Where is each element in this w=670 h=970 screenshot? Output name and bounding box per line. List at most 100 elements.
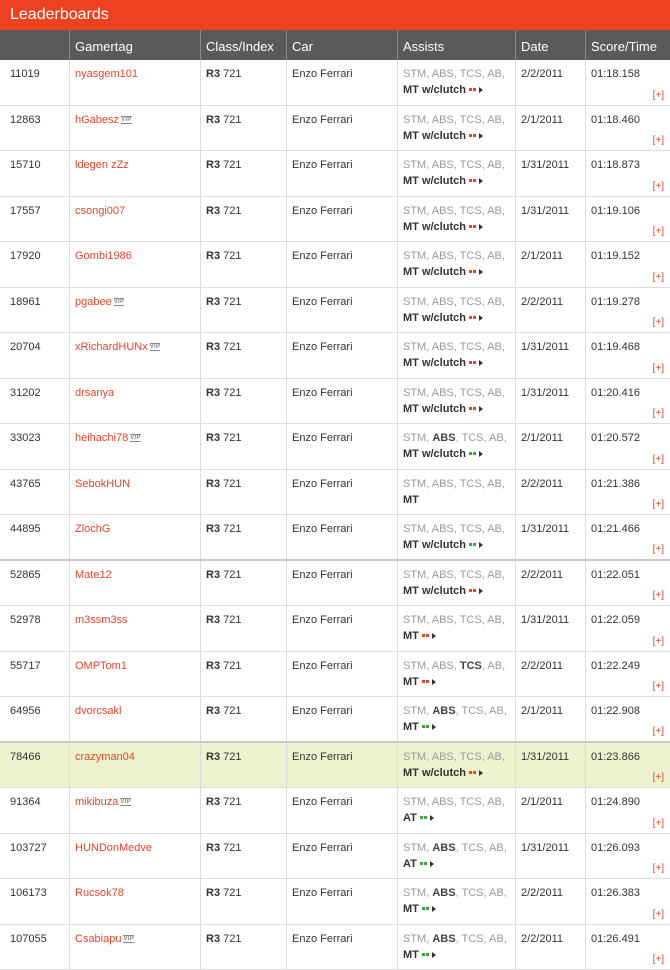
expand-button[interactable]: [+]	[653, 681, 664, 692]
expand-button[interactable]: [+]	[653, 544, 664, 555]
class-index-cell: R3 721	[200, 197, 286, 242]
gamertag-link[interactable]: Mate12	[75, 569, 112, 581]
gamertag-link[interactable]: ldegen zZz	[75, 159, 129, 171]
gamertag-link[interactable]: OMPTom1	[75, 660, 127, 672]
gamertag-link[interactable]: xRichardHUNx	[75, 341, 148, 353]
assists-list: STM, ABS, TCS, AB,	[403, 569, 515, 581]
assist-abs: ABS	[432, 250, 454, 262]
expand-button[interactable]: [+]	[653, 454, 664, 465]
gamertag-link[interactable]: pgabee	[75, 296, 112, 308]
expand-button[interactable]: [+]	[653, 909, 664, 920]
expand-button[interactable]: [+]	[653, 499, 664, 510]
expand-button[interactable]: [+]	[653, 863, 664, 874]
gamertag-cell: Rucsok78	[69, 879, 200, 924]
column-header-gamertag[interactable]: Gamertag	[69, 30, 200, 60]
gamertag-link[interactable]: drsanya	[75, 387, 114, 399]
rank-value: 31202	[10, 387, 41, 399]
rank-value: 106173	[10, 887, 47, 899]
class-value: R3	[206, 887, 220, 899]
date-value: 1/31/2011	[521, 387, 569, 399]
vip-badge-icon: VIP	[123, 935, 134, 943]
car-cell: Enzo Ferrari	[286, 743, 397, 788]
car-cell: Enzo Ferrari	[286, 424, 397, 469]
expand-button[interactable]: [+]	[653, 726, 664, 737]
class-value: R3	[206, 796, 220, 808]
expand-button[interactable]: [+]	[653, 408, 664, 419]
gamertag-link[interactable]: crazyman04	[75, 751, 135, 763]
score-time-cell: 01:26.093[+]	[585, 834, 670, 879]
gamertag-link[interactable]: ZlochG	[75, 523, 110, 535]
assist-stm: STM	[403, 250, 426, 262]
vip-badge-icon: VIP	[150, 343, 161, 351]
transmission-value: MT w/clutch	[403, 266, 466, 278]
column-header-car[interactable]: Car	[286, 30, 397, 60]
assist-tcs: TCS	[462, 887, 484, 899]
column-header-score-time[interactable]: Score/Time	[585, 30, 670, 60]
assist-tcs: TCS	[460, 569, 482, 581]
gamertag-link[interactable]: nyasgem101	[75, 68, 138, 80]
date-value: 2/1/2011	[521, 705, 563, 717]
gamertag-link[interactable]: SebokHUN	[75, 478, 130, 490]
gamertag-link[interactable]: Csabiapu	[75, 933, 121, 945]
expand-button[interactable]: [+]	[653, 226, 664, 237]
expand-button[interactable]: [+]	[653, 90, 664, 101]
expand-button[interactable]: [+]	[653, 363, 664, 374]
gamertag-link[interactable]: hGabesz	[75, 114, 119, 126]
assist-tcs: TCS	[460, 614, 482, 626]
gamertag-link[interactable]: Rucsok78	[75, 887, 124, 899]
time-value: 01:22.249	[591, 660, 640, 672]
expand-button[interactable]: [+]	[653, 772, 664, 783]
assists-list: STM, ABS, TCS, AB,	[403, 205, 515, 217]
assist-stm: STM	[403, 159, 426, 171]
class-index-cell: R3 721	[200, 788, 286, 833]
rank-value: 91364	[10, 796, 41, 808]
assists-list: STM, ABS, TCS, AB,	[403, 478, 515, 490]
rank-value: 52978	[10, 614, 41, 626]
gamertag-link[interactable]: mikibuza	[75, 796, 118, 808]
column-header-assists[interactable]: Assists	[397, 30, 515, 60]
expand-button[interactable]: [+]	[653, 272, 664, 283]
table-row: 107055CsabiapuVIPR3 721Enzo FerrariSTM, …	[0, 925, 670, 970]
assist-stm: STM	[403, 887, 426, 899]
score-time-cell: 01:22.059[+]	[585, 606, 670, 651]
gamertag-link[interactable]: HUNDonMedve	[75, 842, 152, 854]
gamertag-cell: Gombi1986	[69, 242, 200, 287]
score-time-cell: 01:18.158[+]	[585, 60, 670, 105]
gamertag-link[interactable]: Gombi1986	[75, 250, 132, 262]
transmission-value: MT	[403, 721, 419, 733]
gamertag-link[interactable]: csongi007	[75, 205, 125, 217]
assist-abs: ABS	[432, 296, 454, 308]
table-row: 17920Gombi1986R3 721Enzo FerrariSTM, ABS…	[0, 242, 670, 288]
assist-tcs: TCS	[460, 341, 482, 353]
assist-abs: ABS	[432, 569, 454, 581]
car-value: Enzo Ferrari	[292, 569, 353, 581]
expand-button[interactable]: [+]	[653, 636, 664, 647]
expand-button[interactable]: [+]	[653, 181, 664, 192]
column-header-date[interactable]: Date	[515, 30, 585, 60]
gamertag-link[interactable]: m3ssm3ss	[75, 614, 128, 626]
transmission-value: MT w/clutch	[403, 175, 466, 187]
rank-value: 12863	[10, 114, 41, 126]
class-value: R3	[206, 569, 220, 581]
expand-button[interactable]: [+]	[653, 818, 664, 829]
score-time-cell: 01:22.051[+]	[585, 561, 670, 606]
rank-value: 11019	[10, 68, 40, 80]
score-time-cell: 01:19.152[+]	[585, 242, 670, 287]
car-cell: Enzo Ferrari	[286, 333, 397, 378]
gamertag-link[interactable]: heihachi78	[75, 432, 128, 444]
expand-button[interactable]: [+]	[653, 590, 664, 601]
column-header-class-index[interactable]: Class/Index	[200, 30, 286, 60]
index-value: 721	[223, 250, 241, 262]
class-index-cell: R3 721	[200, 925, 286, 970]
expand-button[interactable]: [+]	[653, 135, 664, 146]
expand-button[interactable]: [+]	[653, 954, 664, 965]
gamertag-link[interactable]: dvorcsakl	[75, 705, 121, 717]
rank-value: 78466	[10, 751, 41, 763]
car-cell: Enzo Ferrari	[286, 379, 397, 424]
date-cell: 2/2/2011	[515, 879, 585, 924]
car-cell: Enzo Ferrari	[286, 925, 397, 970]
car-cell: Enzo Ferrari	[286, 151, 397, 196]
transmission-value: MT w/clutch	[403, 84, 466, 96]
gamertag-cell: HUNDonMedve	[69, 834, 200, 879]
expand-button[interactable]: [+]	[653, 317, 664, 328]
